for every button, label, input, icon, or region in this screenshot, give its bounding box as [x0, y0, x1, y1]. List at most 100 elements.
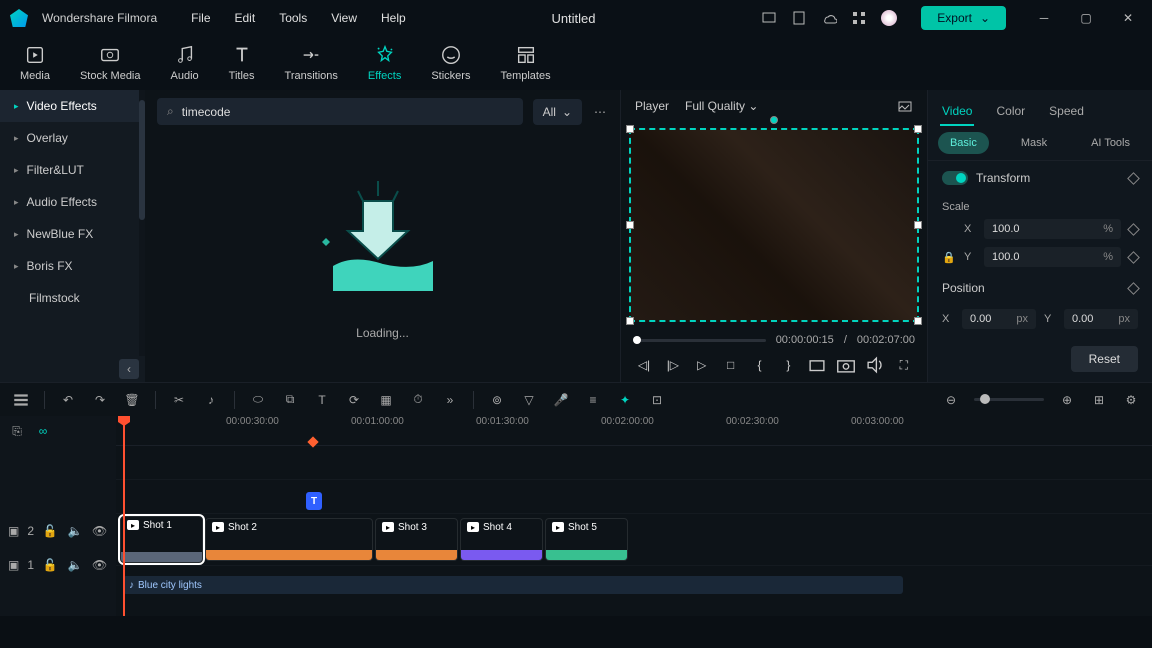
mute-track-icon[interactable]: 🔈 — [67, 522, 84, 540]
prev-frame-button[interactable]: ◁| — [633, 354, 655, 376]
sidebar-filter-lut[interactable]: Filter&LUT — [0, 154, 145, 186]
tracks-area[interactable]: Shot 1Shot 2Shot 3Shot 4Shot 5 — [116, 446, 1152, 566]
preview-viewport[interactable] — [629, 128, 919, 322]
menu-help[interactable]: Help — [381, 11, 406, 25]
tab-templates[interactable]: Templates — [500, 44, 550, 82]
quality-selector[interactable]: Full Quality ⌄ — [685, 99, 758, 113]
inspector-tab-video[interactable]: Video — [940, 98, 974, 126]
rotate-handle[interactable] — [770, 116, 778, 124]
text-icon[interactable]: T — [313, 391, 331, 409]
copy-track-icon[interactable]: ⎘ — [8, 422, 26, 440]
audio-clip[interactable]: ♪Blue city lights — [123, 576, 903, 594]
clip-shot-1[interactable]: Shot 1 — [120, 516, 203, 563]
sidebar-collapse-button[interactable]: ‹ — [119, 359, 139, 379]
sidebar-overlay[interactable]: Overlay — [0, 122, 145, 154]
redo-icon[interactable]: ↷ — [91, 391, 109, 409]
sidebar-scrollbar[interactable] — [139, 90, 145, 356]
track-manager-icon[interactable] — [12, 391, 30, 409]
resize-handle-r[interactable] — [914, 221, 922, 229]
clip-shot-4[interactable]: Shot 4 — [460, 518, 543, 561]
tab-stickers[interactable]: Stickers — [431, 44, 470, 82]
playhead[interactable] — [123, 416, 125, 616]
keyframe-icon[interactable] — [1127, 251, 1140, 264]
snapshot-icon[interactable] — [897, 98, 913, 114]
transform-toggle[interactable] — [942, 171, 968, 185]
grid-icon[interactable]: ⊞ — [1090, 391, 1108, 409]
reset-button[interactable]: Reset — [1071, 346, 1138, 372]
hide-track-icon[interactable]: 👁 — [91, 556, 108, 574]
caption-icon[interactable]: ⊡ — [648, 391, 666, 409]
tab-stock-media[interactable]: Stock Media — [80, 44, 141, 82]
mic-icon[interactable]: 🎤 — [552, 391, 570, 409]
mark-out-button[interactable]: } — [777, 354, 799, 376]
stop-button-2[interactable]: □ — [720, 354, 742, 376]
subtab-mask[interactable]: Mask — [1009, 132, 1059, 154]
keyframe-icon[interactable] — [1127, 282, 1140, 295]
more-icon[interactable]: ⋯ — [592, 104, 608, 120]
delete-icon[interactable]: 🗑 — [123, 391, 141, 409]
playback-slider[interactable] — [633, 339, 766, 342]
equalizer-icon[interactable]: ≡ — [584, 391, 602, 409]
tab-titles[interactable]: Titles — [229, 44, 255, 82]
split-icon[interactable]: ✂ — [170, 391, 188, 409]
export-button[interactable]: Export⌄ — [921, 6, 1006, 30]
screen-icon[interactable] — [761, 10, 777, 26]
clip-button[interactable] — [806, 354, 828, 376]
resize-handle-l[interactable] — [626, 221, 634, 229]
cloud-icon[interactable] — [821, 10, 837, 26]
ai-icon[interactable]: ✦ — [616, 391, 634, 409]
minimize-button[interactable]: ─ — [1030, 4, 1058, 32]
clip-shot-2[interactable]: Shot 2 — [205, 518, 373, 561]
sidebar-audio-effects[interactable]: Audio Effects — [0, 186, 145, 218]
sidebar-filmstock[interactable]: Filmstock — [0, 282, 145, 314]
zoom-slider[interactable] — [974, 398, 1044, 401]
mute-track-icon[interactable]: 🔈 — [67, 556, 84, 574]
fullscreen-button[interactable]: ⛶ — [893, 354, 915, 376]
scale-x-input[interactable]: 100.0% — [984, 219, 1121, 239]
lock-track-icon[interactable]: 🔓 — [42, 522, 59, 540]
sidebar-newblue-fx[interactable]: NewBlue FX — [0, 218, 145, 250]
title-clip[interactable]: T — [306, 492, 322, 510]
stop-button[interactable]: |▷ — [662, 354, 684, 376]
video-track[interactable]: Shot 1Shot 2Shot 3Shot 4Shot 5 — [116, 514, 1152, 566]
menu-file[interactable]: File — [191, 11, 210, 25]
sidebar-video-effects[interactable]: Video Effects — [0, 90, 145, 122]
link-track-icon[interactable]: ∞ — [34, 422, 52, 440]
tab-transitions[interactable]: Transitions — [285, 44, 338, 82]
more-tools-icon[interactable]: » — [441, 391, 459, 409]
resize-handle-tl[interactable] — [626, 125, 634, 133]
play-button[interactable]: ▷ — [691, 354, 713, 376]
resize-handle-br[interactable] — [914, 317, 922, 325]
settings-icon[interactable]: ⚙ — [1122, 391, 1140, 409]
sidebar-boris-fx[interactable]: Boris FX — [0, 250, 145, 282]
menu-tools[interactable]: Tools — [279, 11, 307, 25]
subtab-basic[interactable]: Basic — [938, 132, 989, 154]
menu-edit[interactable]: Edit — [235, 11, 256, 25]
maximize-button[interactable]: ▢ — [1072, 4, 1100, 32]
color-icon[interactable]: ▦ — [377, 391, 395, 409]
tab-effects[interactable]: Effects — [368, 44, 401, 82]
crop-icon[interactable]: ⧉ — [281, 391, 299, 409]
tab-audio[interactable]: Audio — [171, 44, 199, 82]
lock-icon[interactable]: 🔒 — [942, 251, 956, 264]
position-x-input[interactable]: 0.00px — [962, 309, 1036, 329]
zoom-in-icon[interactable]: ⊕ — [1058, 391, 1076, 409]
keyframe-icon[interactable] — [1127, 223, 1140, 236]
camera-button[interactable] — [835, 354, 857, 376]
search-input[interactable]: ⌕timecode — [157, 98, 523, 125]
inspector-tab-speed[interactable]: Speed — [1047, 98, 1086, 126]
mark-in-button[interactable]: { — [749, 354, 771, 376]
shield-icon[interactable]: ▽ — [520, 391, 538, 409]
apps-icon[interactable] — [851, 10, 867, 26]
menu-view[interactable]: View — [331, 11, 357, 25]
music-icon[interactable]: ♪ — [202, 391, 220, 409]
speed-icon[interactable]: ⟳ — [345, 391, 363, 409]
adjust-icon[interactable]: ⊚ — [488, 391, 506, 409]
timeline-ruler[interactable]: 00:00:30:00 00:01:00:00 00:01:30:00 00:0… — [116, 416, 1152, 446]
hide-track-icon[interactable]: 👁 — [91, 522, 108, 540]
keyframe-icon[interactable] — [1127, 172, 1140, 185]
position-y-input[interactable]: 0.00px — [1064, 309, 1138, 329]
close-button[interactable]: ✕ — [1114, 4, 1142, 32]
avatar-icon[interactable] — [881, 10, 897, 26]
volume-button[interactable] — [864, 354, 886, 376]
